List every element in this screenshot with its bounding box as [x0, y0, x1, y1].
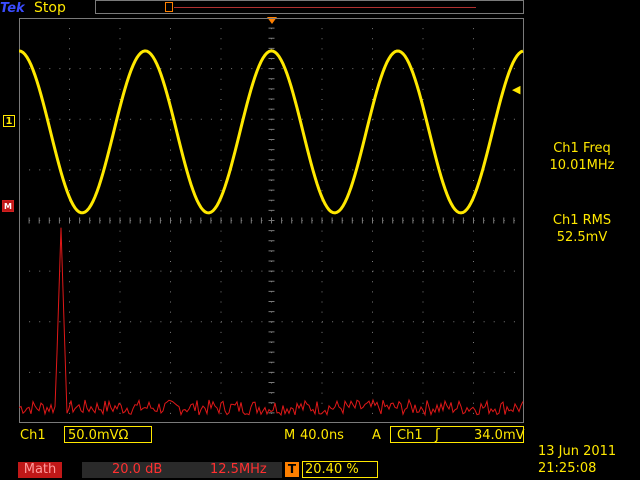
- trigger-t-icon: T: [285, 462, 299, 477]
- ch1-scale: 50.0mVΩ: [68, 428, 129, 443]
- brand-logo: Tek: [0, 0, 31, 17]
- run-state: Stop: [34, 0, 66, 16]
- record-window: [165, 2, 173, 12]
- math-scale: 20.0 dB: [112, 462, 163, 477]
- math-level-marker[interactable]: M: [2, 200, 14, 212]
- trigger-level-arrow-icon: ◀: [512, 83, 521, 96]
- measurement-1: Ch1 Freq 10.01MHz: [524, 140, 640, 174]
- measurement-2: Ch1 RMS 52.5mV: [524, 212, 640, 246]
- measurement-value: 10.01MHz: [549, 158, 615, 173]
- measurement-value: 52.5mV: [556, 230, 608, 245]
- math-label[interactable]: Math: [18, 462, 62, 478]
- measurement-label: Ch1 Freq: [553, 141, 611, 156]
- time: 21:25:08: [538, 461, 597, 476]
- trigger-source: Ch1: [397, 428, 423, 443]
- math-position: 20.40 %: [305, 462, 359, 477]
- ch1-waveform: [19, 49, 524, 215]
- trigger-level: 34.0mV: [474, 428, 525, 443]
- measurement-label: Ch1 RMS: [552, 213, 612, 228]
- timebase-value[interactable]: 40.0ns: [300, 428, 344, 444]
- waveform-display: [19, 18, 524, 423]
- trigger-slope-icon: ʃ: [435, 427, 440, 443]
- record-view-bar: [95, 0, 524, 14]
- date: 13 Jun 2011: [538, 444, 617, 459]
- record-trace: [174, 7, 476, 8]
- graticule-grid: [19, 18, 524, 423]
- acquisition-mode: A: [372, 428, 381, 443]
- math-frequency: 12.5MHz: [210, 462, 267, 477]
- ch1-level-marker[interactable]: 1: [3, 115, 15, 127]
- timebase-prefix: M: [284, 428, 296, 443]
- ch1-label: Ch1: [20, 428, 46, 443]
